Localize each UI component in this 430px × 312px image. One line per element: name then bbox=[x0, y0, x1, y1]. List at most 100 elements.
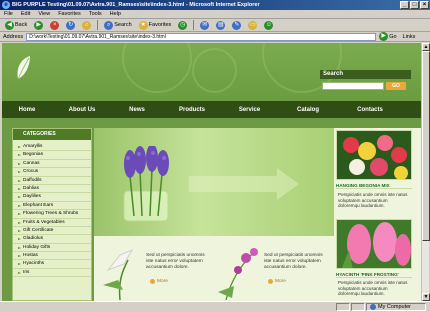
menu-help[interactable]: Help bbox=[110, 10, 121, 18]
nav-news[interactable]: News bbox=[112, 107, 162, 113]
nav-products[interactable]: Products bbox=[162, 107, 222, 113]
category-link[interactable]: Amaryllis bbox=[13, 143, 91, 152]
back-button[interactable]: ◀ Back bbox=[3, 20, 29, 31]
more-label: More bbox=[275, 279, 286, 284]
nav-contacts[interactable]: Contacts bbox=[339, 107, 401, 113]
site-header: Search GO bbox=[2, 43, 421, 101]
menu-tools[interactable]: Tools bbox=[89, 10, 102, 18]
print-button[interactable]: ▤ bbox=[214, 20, 227, 31]
featured-text: Perspiciatis unde omnis iste natus volup… bbox=[338, 280, 408, 297]
nav-catalog[interactable]: Catalog bbox=[277, 107, 339, 113]
nav-home[interactable]: Home bbox=[2, 107, 52, 113]
menu-bar: File Edit View Favorites Tools Help bbox=[0, 10, 430, 19]
category-link[interactable]: Fruits & Vegetables bbox=[13, 219, 91, 227]
refresh-button[interactable]: ↻ bbox=[64, 20, 77, 31]
forward-button[interactable]: ▶ bbox=[32, 20, 45, 31]
featured-title[interactable]: HYACINTH 'PINK FROSTING' bbox=[336, 272, 412, 278]
category-link[interactable]: Crocus bbox=[13, 168, 91, 177]
leaf-logo-icon[interactable] bbox=[14, 55, 32, 81]
promo-card: Sed ut perspiciatis unomnis iste natus e… bbox=[96, 238, 214, 301]
maximize-button[interactable]: □ bbox=[410, 1, 419, 9]
menu-file[interactable]: File bbox=[4, 10, 13, 18]
category-link[interactable]: Daylilies bbox=[13, 193, 91, 202]
hyacinth-vase-image bbox=[123, 146, 169, 222]
go-label: Go bbox=[389, 33, 397, 40]
ie-logo-icon: e bbox=[2, 1, 10, 9]
back-label: Back bbox=[15, 22, 28, 28]
scroll-down-arrow-icon[interactable]: ▼ bbox=[422, 293, 430, 301]
category-link[interactable]: Cannas bbox=[13, 160, 91, 169]
scroll-thumb[interactable] bbox=[422, 51, 430, 241]
site-nav: Home About Us News Products Service Cata… bbox=[2, 101, 421, 118]
category-link[interactable]: Iris bbox=[13, 269, 91, 278]
hyacinth-photo[interactable] bbox=[336, 219, 412, 269]
category-link[interactable]: Hyacinths bbox=[13, 260, 91, 269]
site-search-panel: Search GO bbox=[320, 70, 411, 90]
computer-icon bbox=[370, 304, 376, 310]
back-arrow-icon: ◀ bbox=[5, 20, 14, 30]
edit-button[interactable]: ✎ bbox=[230, 20, 243, 31]
search-label: Search bbox=[114, 22, 132, 28]
menu-favorites[interactable]: Favorites bbox=[58, 10, 81, 18]
messenger-button[interactable]: ☺ bbox=[262, 20, 275, 31]
category-link[interactable]: Gladiolus bbox=[13, 235, 91, 244]
category-link[interactable]: Flowering Trees & Shrubs bbox=[13, 210, 91, 219]
banner-arrow-shape bbox=[189, 168, 299, 200]
go-button[interactable]: ▶ Go bbox=[379, 32, 397, 41]
scroll-up-arrow-icon[interactable]: ▲ bbox=[422, 43, 430, 51]
search-icon: ⌕ bbox=[104, 20, 114, 30]
orchid-image bbox=[218, 248, 258, 300]
main-content: Sed ut perspiciatis unomnis iste natus e… bbox=[94, 128, 334, 301]
folder-button[interactable]: ▭ bbox=[246, 20, 259, 31]
window-titlebar: e BIG PURPLE Testing\01.09.07\Avtra.901_… bbox=[0, 0, 430, 10]
page-viewport: Search GO Home About Us News Products Se… bbox=[2, 43, 421, 301]
search-button[interactable]: ⌕ Search bbox=[102, 20, 133, 31]
mail-icon: ✉ bbox=[200, 20, 210, 30]
category-link[interactable]: Hostas bbox=[13, 252, 91, 261]
site-search-input[interactable] bbox=[322, 82, 384, 90]
mail-button[interactable]: ✉ bbox=[198, 20, 211, 31]
toolbar-separator bbox=[193, 20, 195, 30]
close-button[interactable]: × bbox=[420, 1, 429, 9]
promo-more-link[interactable]: More bbox=[268, 279, 286, 284]
security-zone: My Computer bbox=[366, 303, 426, 311]
menu-view[interactable]: View bbox=[38, 10, 50, 18]
category-link[interactable]: Dahlias bbox=[13, 185, 91, 194]
address-input[interactable]: D:\work\Testing\01.09.07\Avtra.901_Ramse… bbox=[26, 32, 377, 41]
home-button[interactable]: ⌂ bbox=[80, 20, 93, 31]
window-title: BIG PURPLE Testing\01.09.07\Avtra.901_Ra… bbox=[12, 2, 260, 8]
vertical-scrollbar[interactable]: ▲ ▼ bbox=[421, 43, 430, 301]
site-search-go-button[interactable]: GO bbox=[386, 82, 406, 90]
links-button[interactable]: Links bbox=[403, 34, 416, 40]
go-arrow-icon: ▶ bbox=[379, 32, 389, 41]
home-icon: ⌂ bbox=[82, 20, 92, 30]
more-label: More bbox=[157, 279, 168, 284]
favorites-label: Favorites bbox=[148, 22, 172, 28]
category-link[interactable]: Gift Certificate bbox=[13, 227, 91, 236]
forward-arrow-icon: ▶ bbox=[34, 20, 44, 30]
stop-button[interactable]: × bbox=[48, 20, 61, 31]
star-icon: ★ bbox=[138, 20, 148, 30]
minimize-button[interactable]: _ bbox=[400, 1, 409, 9]
favorites-button[interactable]: ★ Favorites bbox=[137, 20, 174, 31]
status-cell bbox=[336, 303, 350, 311]
decorative-swirl bbox=[192, 48, 237, 93]
begonia-photo[interactable] bbox=[336, 130, 412, 180]
nav-service[interactable]: Service bbox=[222, 107, 277, 113]
nav-about-us[interactable]: About Us bbox=[52, 107, 112, 113]
stop-icon: × bbox=[50, 20, 60, 30]
browser-toolbar: ◀ Back ▶ × ↻ ⌂ ⌕ Search ★ Favorites ◷ ✉ … bbox=[0, 19, 430, 32]
hero-banner bbox=[94, 128, 334, 236]
promo-more-link[interactable]: More bbox=[150, 279, 168, 284]
messenger-icon: ☺ bbox=[264, 20, 274, 30]
category-link[interactable]: Daffodils bbox=[13, 177, 91, 185]
category-link[interactable]: Begonias bbox=[13, 151, 91, 160]
menu-edit[interactable]: Edit bbox=[21, 10, 30, 18]
category-link[interactable]: Holiday Gifts bbox=[13, 244, 91, 253]
begonia-image bbox=[343, 135, 408, 179]
history-button[interactable]: ◷ bbox=[176, 20, 189, 31]
featured-title[interactable]: HANGING BEGONIA MIX bbox=[336, 183, 412, 189]
window-controls: _ □ × bbox=[400, 1, 429, 9]
category-link[interactable]: Elephant Ears bbox=[13, 202, 91, 211]
promo-text: Sed ut perspiciatis unomnis iste natus e… bbox=[264, 253, 323, 270]
